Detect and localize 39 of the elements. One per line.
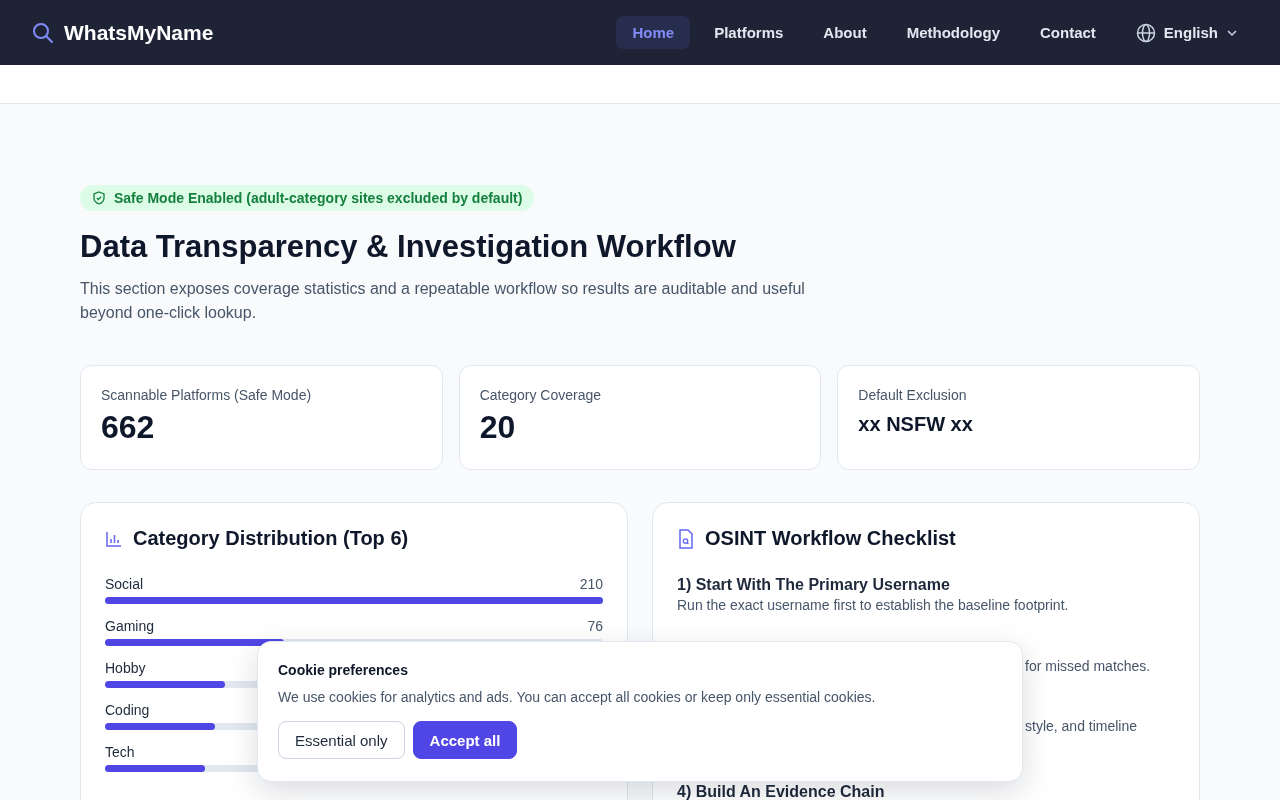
section-title: Data Transparency & Investigation Workflow [80,229,737,265]
step-description: style, and timeline [1025,718,1139,734]
nav-link[interactable]: Contact [1024,16,1112,49]
essential-button[interactable]: Essential only [278,721,405,759]
stat-label: Scannable Platforms (Safe Mode) [101,387,313,403]
category-name: Hobby [105,660,146,676]
step-title: 1) Start With The Primary Username [677,576,951,594]
stat-value: xx NSFW xx [858,413,974,436]
nav-link[interactable]: Platforms [698,16,800,49]
safe-mode-badge: Safe Mode Enabled (adult-category sites excluded by default) [80,185,535,211]
card-title: Category Distribution (Top 6) [133,527,409,550]
globe-icon [1135,22,1156,43]
category-count: 210 [579,576,603,592]
category-count: 76 [587,618,603,634]
category-name: Social [105,576,144,592]
site-logo-text[interactable]: WhatsMyName [64,20,214,45]
stat-label: Category Coverage [479,387,603,403]
card-title: OSINT Workflow Checklist [705,527,956,550]
stat-label: Default Exclusion [858,387,968,403]
intro-paragraph: This section exposes coverage statistics and a repeatable workflow so results are auditable and useful beyond one-click lookup. [80,279,805,323]
bar-chart-icon [105,529,123,548]
search-icon [32,21,54,44]
step-description: Run the exact username first to establish the baseline footprint. [677,597,1070,613]
nav-link[interactable]: Methodology [890,16,1016,49]
nav-link[interactable]: About [807,16,883,49]
stat-value: 20 [479,409,517,446]
step-title: 4) Build An Evidence Chain [677,784,886,800]
shield-check-icon [92,191,106,205]
nav-link[interactable]: Home [616,16,691,49]
stat-value: 662 [101,409,156,446]
category-name: Gaming [105,618,155,634]
accept-button[interactable]: Accept all [412,721,518,759]
step-description: for missed matches. [1025,658,1152,674]
language-selector[interactable]: English [1125,14,1248,51]
cookie-title: Cookie preferences [278,662,409,678]
category-name: Coding [105,702,150,718]
document-search-icon [677,528,695,549]
category-name: Tech [105,744,135,760]
cookie-text: We use cookies for analytics and ads. You can accept all cookies or keep only essential cookies. [278,689,877,705]
